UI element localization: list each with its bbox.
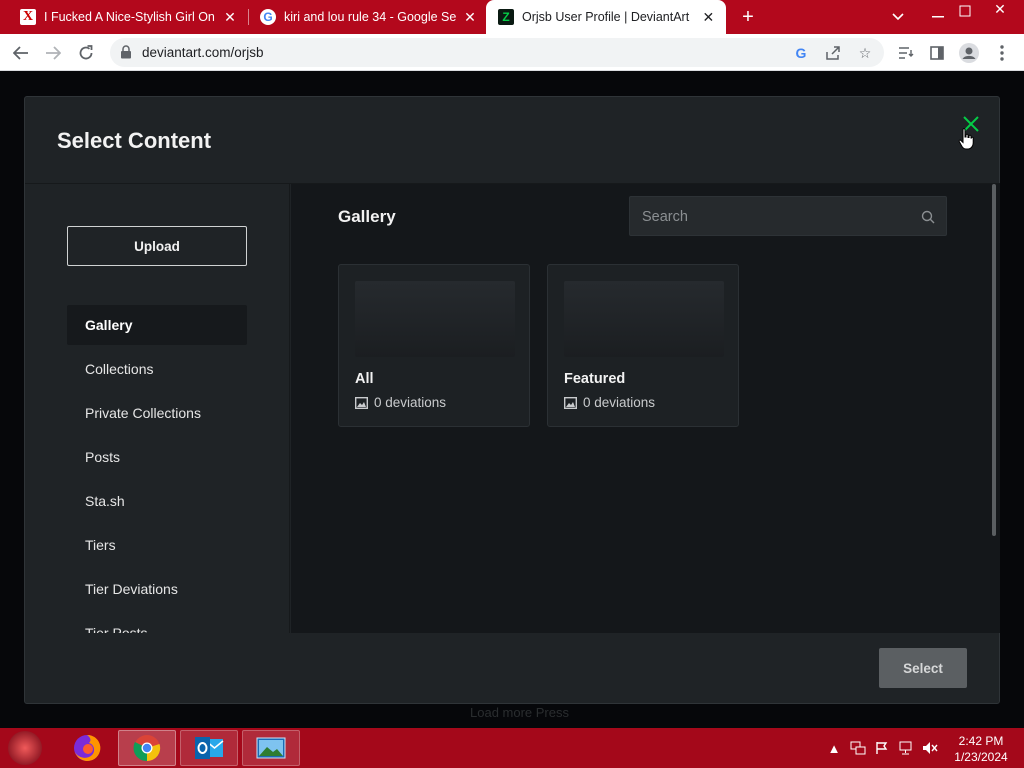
sidebar-item-stash[interactable]: Sta.sh: [67, 481, 247, 521]
browser-tab-2[interactable]: G kiri and lou rule 34 - Google Sear ✕: [240, 0, 488, 34]
scrollbar-thumb[interactable]: [992, 184, 996, 536]
tab-search-icon[interactable]: [893, 40, 919, 66]
sidebar-item-tier-deviations[interactable]: Tier Deviations: [67, 569, 247, 609]
modal-footer: Select: [25, 632, 1000, 704]
gallery-content: Gallery Search All 0 deviations Featured…: [291, 184, 1000, 633]
browser-tab-strip: X I Fucked A Nice-Stylish Girl On A ✕ G …: [0, 0, 1024, 34]
folder-name: All: [355, 371, 374, 387]
folder-thumbnail: [564, 281, 724, 357]
sidebar-item-collections[interactable]: Collections: [67, 349, 247, 389]
clock-time: 2:42 PM: [958, 734, 1004, 748]
x-site-icon: X: [20, 9, 36, 25]
action-center-flag-icon[interactable]: [874, 740, 890, 756]
url-text: deviantart.com/orjsb: [142, 45, 264, 60]
search-placeholder: Search: [642, 209, 688, 225]
new-tab-icon[interactable]: +: [738, 7, 758, 28]
clock-date: 1/23/2024: [954, 750, 1008, 764]
google-icon: G: [260, 9, 276, 25]
upload-button[interactable]: Upload: [67, 226, 247, 266]
menu-dots-icon[interactable]: [989, 40, 1015, 66]
restore-icon[interactable]: [947, 0, 983, 28]
image-icon: [355, 396, 368, 409]
search-icon[interactable]: [921, 210, 935, 224]
browser-toolbar: deviantart.com/orjsb G ☆: [0, 34, 1024, 71]
side-panel-icon[interactable]: [924, 40, 950, 66]
folder-card-all[interactable]: All 0 deviations: [338, 264, 530, 427]
page-behind-text: Load more Press: [470, 705, 569, 720]
folder-name: Featured: [564, 371, 626, 387]
select-content-dialog: Select Content Upload Gallery Collection…: [24, 96, 1000, 704]
photos-taskbar-button[interactable]: [242, 730, 300, 766]
deviantart-icon: Z: [498, 9, 514, 25]
content-title: Gallery: [338, 207, 396, 226]
outlook-icon: [195, 737, 224, 759]
hand-cursor-icon: [958, 128, 974, 150]
deviation-count: 0 deviations: [583, 395, 656, 410]
content-sidebar: Upload Gallery Collections Private Colle…: [25, 184, 290, 633]
tab-title: Orjsb User Profile | DeviantArt: [522, 10, 690, 24]
forward-icon[interactable]: [40, 40, 66, 66]
share-icon[interactable]: [824, 44, 842, 62]
sidebar-item-tier-posts[interactable]: Tier Posts: [67, 613, 247, 633]
close-icon[interactable]: ✕: [462, 9, 478, 25]
sidebar-item-posts[interactable]: Posts: [67, 437, 247, 477]
sidebar-item-gallery[interactable]: Gallery: [67, 305, 247, 345]
network-status-icon[interactable]: [850, 740, 866, 756]
chrome-taskbar-button[interactable]: [118, 730, 176, 766]
browser-tab-3[interactable]: Z Orjsb User Profile | DeviantArt ✕: [486, 0, 726, 34]
deviation-count: 0 deviations: [374, 395, 447, 410]
outlook-taskbar-button[interactable]: [180, 730, 238, 766]
close-icon[interactable]: ✕: [222, 9, 238, 25]
google-lens-icon[interactable]: G: [792, 44, 810, 62]
modal-body: Upload Gallery Collections Private Colle…: [25, 183, 1000, 633]
chrome-icon: [133, 735, 161, 762]
search-input[interactable]: Search: [629, 196, 947, 236]
window-close-icon[interactable]: ✕: [982, 0, 1018, 26]
chevron-down-icon[interactable]: [880, 0, 916, 34]
address-bar[interactable]: deviantart.com/orjsb G ☆: [110, 38, 884, 67]
folder-count: 0 deviations: [564, 395, 655, 410]
folder-count: 0 deviations: [355, 395, 446, 410]
close-icon[interactable]: ✕: [701, 9, 716, 25]
star-icon[interactable]: ☆: [856, 44, 874, 62]
network-icon[interactable]: [898, 740, 914, 756]
image-icon: [564, 396, 577, 409]
system-clock[interactable]: 2:42 PM 1/23/2024: [946, 733, 1016, 765]
show-hidden-icons-icon[interactable]: ▲: [826, 740, 842, 756]
lock-icon: [121, 45, 131, 59]
tab-title: I Fucked A Nice-Stylish Girl On A: [44, 10, 216, 24]
sidebar-item-private-collections[interactable]: Private Collections: [67, 393, 247, 433]
firefox-icon: [74, 734, 101, 761]
tab-title: kiri and lou rule 34 - Google Sear: [284, 10, 456, 24]
photos-icon: [256, 737, 286, 759]
browser-tab-1[interactable]: X I Fucked A Nice-Stylish Girl On A ✕: [0, 0, 248, 34]
select-button[interactable]: Select: [879, 648, 967, 688]
folder-card-featured[interactable]: Featured 0 deviations: [547, 264, 739, 427]
back-icon[interactable]: [8, 40, 34, 66]
volume-muted-icon[interactable]: [922, 740, 938, 756]
firefox-taskbar-button[interactable]: [58, 730, 116, 766]
reload-icon[interactable]: [73, 40, 99, 66]
start-button[interactable]: [8, 731, 42, 765]
profile-icon[interactable]: [956, 40, 982, 66]
windows-taskbar: ▲ 2:42 PM 1/23/2024: [0, 728, 1024, 768]
sidebar-item-tiers[interactable]: Tiers: [67, 525, 247, 565]
modal-title: Select Content: [57, 128, 212, 153]
folder-thumbnail: [355, 281, 515, 357]
